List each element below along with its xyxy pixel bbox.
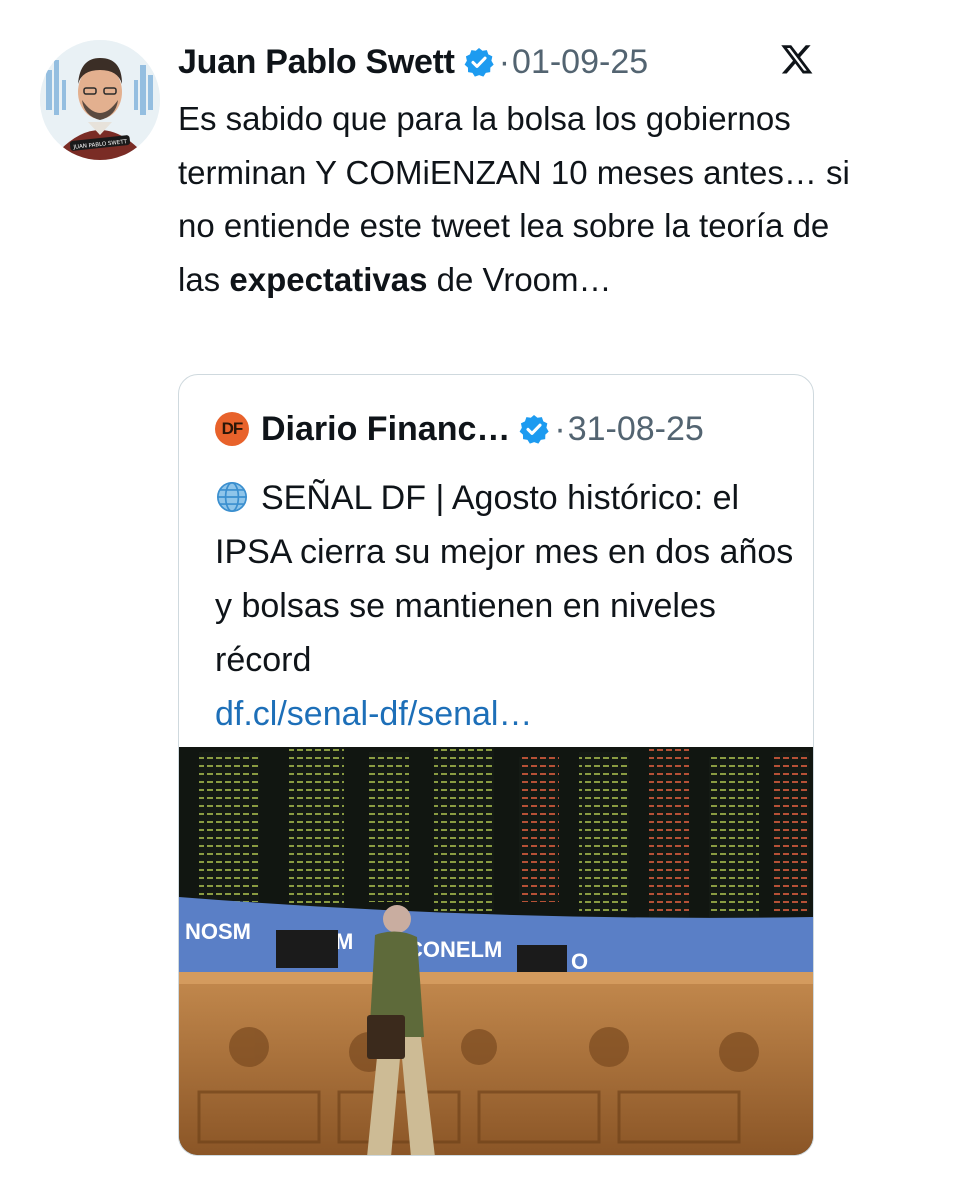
tweet-header: Juan Pablo Swett · 01-09-25	[178, 38, 648, 86]
quoted-date[interactable]: 31-08-25	[568, 410, 704, 449]
meta-separator: ·	[498, 42, 511, 81]
tweet-date[interactable]: 01-09-25	[512, 43, 648, 82]
quoted-media-image[interactable]: NOSM M CONELM O	[179, 747, 813, 1155]
tweet-text-bold: expectativas	[229, 260, 428, 298]
x-logo-icon[interactable]	[780, 42, 814, 76]
svg-text:CONELM: CONELM	[407, 937, 502, 962]
quoted-tweet-card[interactable]: DF Diario Financ… · 31-08-25 SEÑAL DF | …	[178, 374, 814, 1156]
quoted-headline: SEÑAL DF | Agosto histórico: el IPSA cie…	[215, 479, 794, 679]
df-logo-avatar[interactable]: DF	[215, 412, 249, 446]
verified-badge-icon	[464, 48, 494, 77]
quoted-header: DF Diario Financ… · 31-08-25	[215, 405, 704, 453]
quoted-author-name[interactable]: Diario Financ…	[261, 410, 510, 449]
tweet-text-end: de Vroom…	[427, 260, 612, 298]
meta-separator: ·	[554, 409, 566, 448]
globe-icon	[216, 481, 248, 513]
svg-text:O: O	[571, 949, 588, 974]
author-avatar[interactable]: JUAN PABLO SWETT	[40, 40, 160, 160]
avatar-illustration: JUAN PABLO SWETT	[40, 40, 160, 160]
quoted-link[interactable]: df.cl/senal-df/senal…	[215, 687, 795, 741]
tweet-text: Es sabido que para la bolsa los gobierno…	[178, 92, 878, 306]
verified-badge-icon	[519, 415, 550, 444]
author-name[interactable]: Juan Pablo Swett	[178, 43, 455, 82]
quoted-text: SEÑAL DF | Agosto histórico: el IPSA cie…	[215, 471, 795, 741]
stock-exchange-photo: NOSM M CONELM O	[179, 747, 813, 1155]
svg-text:NOSM: NOSM	[185, 919, 251, 944]
